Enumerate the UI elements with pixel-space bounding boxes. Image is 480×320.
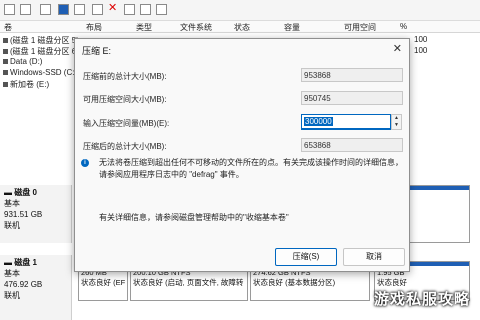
info-message: 无法将卷压缩到超出任何不可移动的文件所在的点。有关完成该操作时间的详细信息，请参… xyxy=(99,158,403,179)
shrink-amount-stepper[interactable]: ▲ ▼ xyxy=(391,114,402,130)
percent-cell: 100 xyxy=(414,46,428,55)
volume-row[interactable]: (磁盘 1 磁盘分区 6) xyxy=(3,46,79,57)
volume-row[interactable]: Data (D:) xyxy=(3,57,42,66)
disk-0-label[interactable]: ▬ 磁盘 0 基本 931.51 GB 联机 xyxy=(0,185,72,243)
shrink-button[interactable]: 压缩(S) xyxy=(275,248,337,266)
open-icon[interactable] xyxy=(124,4,135,15)
volume-icon xyxy=(3,82,8,88)
properties-icon[interactable] xyxy=(74,4,85,15)
col-filesystem[interactable]: 文件系统 xyxy=(180,22,212,33)
partition-disk0[interactable] xyxy=(408,185,470,243)
help-message: 有关详细信息，请参阅磁盘管理帮助中的"收缩基本卷" xyxy=(99,213,289,222)
shrink-amount-label: 输入压缩空间量(MB)(E): xyxy=(83,119,170,128)
volume-list-header: 卷 布局 类型 文件系统 状态 容量 可用空间 % xyxy=(0,21,480,33)
volume-row[interactable]: (磁盘 1 磁盘分区 5) xyxy=(3,35,79,46)
total-after-label: 压缩后的总计大小(MB): xyxy=(83,142,167,151)
total-before-value: 953868 xyxy=(301,68,403,82)
spin-up-icon: ▲ xyxy=(394,115,399,121)
view-icon[interactable] xyxy=(40,4,51,15)
volume-icon xyxy=(3,49,8,55)
forward-icon[interactable] xyxy=(20,4,31,15)
percent-cell: 100 xyxy=(414,35,428,44)
total-after-value: 653868 xyxy=(301,138,403,152)
disk-1-label[interactable]: ▬ 磁盘 1 基本 476.92 GB 联机 xyxy=(0,255,72,320)
disk-icon: ▬ xyxy=(4,188,15,197)
col-layout[interactable]: 布局 xyxy=(86,22,102,33)
total-before-label: 压缩前的总计大小(MB): xyxy=(83,72,167,81)
volume-icon xyxy=(3,38,8,44)
explore-icon[interactable] xyxy=(140,4,151,15)
toolbar: ✕ xyxy=(0,0,480,21)
back-icon[interactable] xyxy=(4,4,15,15)
disk-icon: ▬ xyxy=(4,258,15,267)
volume-icon xyxy=(3,70,8,76)
available-shrink-value: 950745 xyxy=(301,91,403,105)
watermark: 游戏私服攻略 xyxy=(374,290,471,308)
shrink-amount-input[interactable]: 300000 xyxy=(301,114,391,130)
volume-row[interactable]: Windows-SSD (C:) xyxy=(3,68,77,77)
available-shrink-label: 可用压缩空间大小(MB): xyxy=(83,95,167,104)
info-icon: i xyxy=(81,159,89,167)
shrink-dialog: 压缩 E: ✕ 压缩前的总计大小(MB): 953868 可用压缩空间大小(MB… xyxy=(74,38,410,272)
volume-icon xyxy=(3,59,8,65)
close-icon[interactable]: ✕ xyxy=(393,42,402,55)
delete-icon[interactable]: ✕ xyxy=(108,3,119,15)
col-volume[interactable]: 卷 xyxy=(4,22,12,33)
checklist-icon[interactable] xyxy=(92,4,103,15)
col-type[interactable]: 类型 xyxy=(136,22,152,33)
dialog-title: 压缩 E: xyxy=(82,46,112,56)
spin-down-icon: ▼ xyxy=(394,122,399,128)
volume-row[interactable]: 新加卷 (E:) xyxy=(3,79,49,90)
col-free[interactable]: 可用空间 xyxy=(344,22,376,33)
col-status[interactable]: 状态 xyxy=(234,22,250,33)
cancel-button[interactable]: 取消 xyxy=(343,248,405,266)
col-capacity[interactable]: 容量 xyxy=(284,22,300,33)
settings-icon[interactable] xyxy=(156,4,167,15)
help-icon[interactable] xyxy=(58,4,69,15)
col-percent[interactable]: % xyxy=(400,22,407,31)
